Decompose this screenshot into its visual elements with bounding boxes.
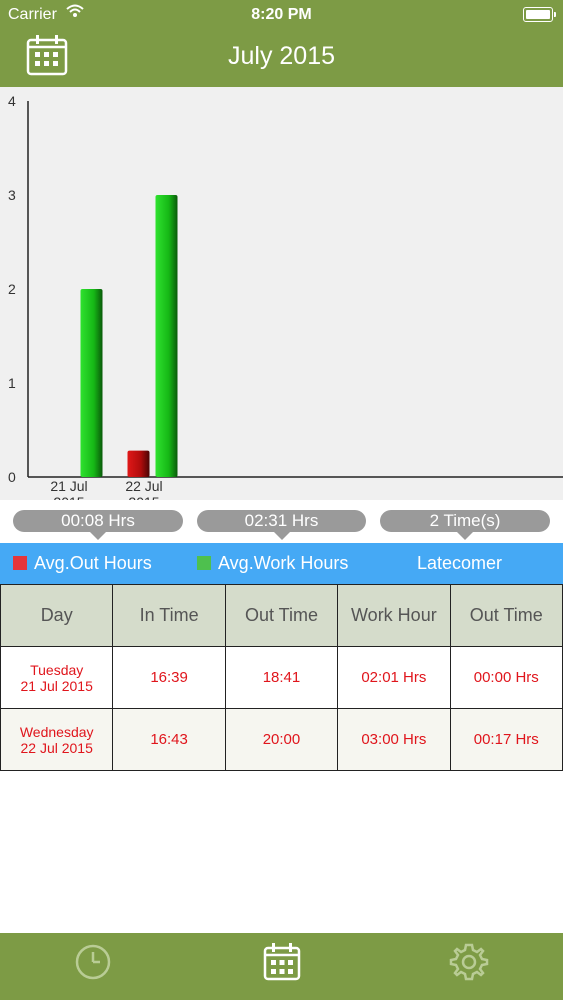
work-hours-swatch — [197, 556, 211, 570]
x-tick-label: 2015 — [128, 494, 159, 500]
out-time-cell: 18:41 — [224, 646, 339, 709]
in-time-cell: 16:43 — [112, 708, 226, 771]
header-out-time: Out Time — [224, 584, 339, 647]
latecomer-value: 2 Time(s) — [380, 510, 550, 540]
work-hour-cell: 02:01 Hrs — [337, 646, 451, 709]
status-time: 8:20 PM — [251, 6, 312, 23]
x-tick-label: 2015 — [53, 494, 84, 500]
battery-icon — [523, 7, 556, 22]
out-hours-cell: 00:00 Hrs — [449, 646, 563, 709]
status-bar: Carrier 8:20 PM — [0, 0, 563, 30]
date: 22 Jul 2015 — [20, 739, 93, 756]
legend-bar: Avg.Out Hours Avg.Work Hours Latecomer — [0, 543, 563, 584]
table-row[interactable]: Wednesday 22 Jul 2015 16:43 20:00 03:00 … — [0, 708, 563, 771]
day-cell: Tuesday 21 Jul 2015 — [0, 646, 114, 709]
bar-work — [80, 289, 103, 477]
y-tick-label: 3 — [8, 187, 16, 203]
calendar-icon[interactable] — [261, 941, 303, 983]
day-cell: Wednesday 22 Jul 2015 — [0, 708, 114, 771]
legend-work-hours: Avg.Work Hours — [218, 553, 349, 573]
out-time-cell: 20:00 — [224, 708, 339, 771]
header-day: Day — [0, 584, 114, 647]
avg-work-hours-value: 02:31 Hrs — [197, 510, 366, 540]
page-title: July 2015 — [227, 42, 336, 70]
y-tick-label: 2 — [8, 281, 16, 297]
bar-chart: 0123421 Jul201522 Jul2015 — [8, 93, 563, 500]
out-hours-swatch — [13, 556, 27, 570]
y-tick-label: 0 — [8, 469, 16, 485]
in-time-cell: 16:39 — [112, 646, 226, 709]
table-row[interactable]: Tuesday 21 Jul 2015 16:39 18:41 02:01 Hr… — [0, 646, 563, 709]
avg-out-hours-value: 00:08 Hrs — [13, 510, 183, 540]
header-out-time-2: Out Time — [449, 584, 563, 647]
y-tick-label: 1 — [8, 375, 16, 391]
out-hours-cell: 00:17 Hrs — [449, 708, 563, 771]
clock-icon[interactable] — [72, 941, 114, 983]
x-tick-label: 21 Jul — [50, 478, 87, 494]
y-tick-label: 4 — [8, 93, 16, 109]
legend-latecomer: Latecomer — [417, 553, 503, 573]
x-tick-label: 22 Jul — [125, 478, 162, 494]
attendance-table: Day In Time Out Time Work Hour Out Time … — [0, 584, 563, 771]
table-header-row: Day In Time Out Time Work Hour Out Time — [0, 584, 563, 647]
date: 21 Jul 2015 — [20, 677, 93, 694]
work-hour-cell: 03:00 Hrs — [337, 708, 451, 771]
bar-work — [155, 195, 178, 477]
header-work-hour: Work Hour — [337, 584, 451, 647]
legend-out-hours: Avg.Out Hours — [34, 553, 152, 573]
gear-icon[interactable] — [448, 941, 490, 983]
weekday: Wednesday — [19, 723, 94, 740]
header-in-time: In Time — [112, 584, 226, 647]
chart-area: 0123421 Jul201522 Jul2015 — [0, 87, 563, 500]
bar-out — [127, 450, 150, 477]
tab-bar — [0, 933, 563, 1000]
weekday: Tuesday — [30, 661, 84, 678]
top-bar: Carrier 8:20 PM July 2015 — [0, 0, 563, 87]
